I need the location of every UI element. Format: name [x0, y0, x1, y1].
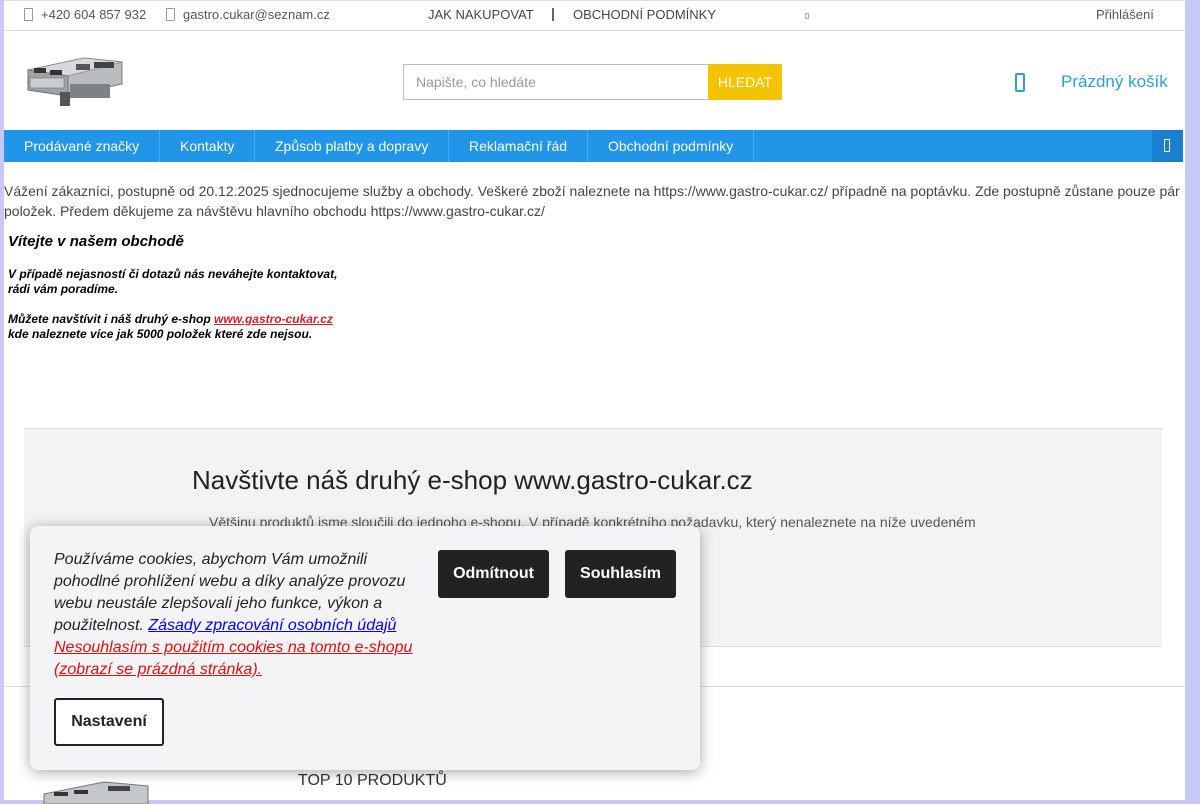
gastro-cukar-link[interactable]: www.gastro-cukar.cz: [214, 312, 333, 326]
top-bar: +420 604 857 932 gastro.cukar@seznam.cz …: [4, 0, 1185, 31]
nav-how-to-buy[interactable]: JAK NAKUPOVAT: [428, 7, 534, 22]
menu-item-payment-shipping[interactable]: Způsob platby a dopravy: [255, 130, 450, 162]
main-menu: Prodávané značky Kontakty Způsob platby …: [4, 130, 1183, 162]
phone-contact[interactable]: +420 604 857 932: [24, 7, 146, 22]
product-image[interactable]: [38, 780, 150, 804]
notice-line-1: Vážení zákazníci, postupně od 20.12.2025…: [4, 183, 1180, 199]
welcome-line-3: Můžete navštívit i náš druhý e-shop www.…: [8, 312, 337, 327]
email-address: gastro.cukar@seznam.cz: [183, 7, 330, 22]
cookie-text: Používáme cookies, abychom Vám umožnili …: [54, 549, 414, 681]
welcome-heading: Vítejte v našem obchodě: [8, 233, 184, 250]
promo-title[interactable]: Navštivte náš druhý e-shop www.gastro-cu…: [192, 465, 753, 496]
phone-icon: [24, 8, 33, 21]
menu-item-contacts[interactable]: Kontakty: [160, 130, 256, 162]
phone-number: +420 604 857 932: [41, 7, 147, 22]
notice-line-2: položek. Předem děkujeme za návštěvu hla…: [4, 203, 545, 219]
accept-cookies-button[interactable]: Souhlasím: [565, 550, 676, 598]
notice-text: Vážení zákazníci, postupně od 20.12.2025…: [4, 181, 1185, 221]
menu-item-complaints[interactable]: Reklamační řád: [449, 130, 589, 162]
cart-label[interactable]: Prázdný košík: [1061, 72, 1168, 92]
welcome-line-1: V případě nejasností či dotazů nás neváh…: [8, 267, 338, 281]
cookie-consent-dialog: Používáme cookies, abychom Vám umožnili …: [30, 526, 700, 770]
welcome-line-2: rádi vám poradíme.: [8, 282, 119, 296]
reject-cookies-button[interactable]: Odmítnout: [438, 550, 549, 598]
menu-item-brands[interactable]: Prodávané značky: [4, 130, 161, 162]
top-products-heading: TOP 10 PRODUKTŮ: [298, 772, 447, 789]
login-link[interactable]: Přihlášení: [1096, 7, 1154, 22]
privacy-policy-link[interactable]: Zásady zpracování osobních údajů: [148, 617, 396, 634]
language-icon[interactable]: [805, 13, 809, 19]
cookie-settings-button[interactable]: Nastavení: [54, 698, 164, 746]
menu-toggle-button[interactable]: [1152, 130, 1183, 162]
welcome-line-3-text: Můžete navštívit i náš druhý e-shop: [8, 312, 215, 326]
store-logo[interactable]: [24, 48, 124, 110]
cart-icon[interactable]: [1015, 73, 1025, 92]
menu-item-terms[interactable]: Obchodní podmínky: [588, 130, 755, 162]
search-bar: HLEDAT: [403, 64, 782, 100]
decline-cookies-link[interactable]: Nesouhlasím s použitím cookies na tomto …: [54, 639, 412, 678]
email-icon: [166, 8, 175, 21]
nav-terms[interactable]: OBCHODNÍ PODMÍNKY: [573, 7, 716, 22]
menu-icon: [1164, 139, 1170, 152]
welcome-line-4: kde naleznete více jak 5000 položek kter…: [8, 327, 313, 341]
search-button[interactable]: HLEDAT: [708, 64, 782, 100]
email-contact[interactable]: gastro.cukar@seznam.cz: [166, 7, 330, 22]
nav-separator: [552, 8, 554, 21]
welcome-block: Vítejte v našem obchodě V případě nejasn…: [8, 233, 337, 342]
search-input[interactable]: [403, 64, 709, 100]
